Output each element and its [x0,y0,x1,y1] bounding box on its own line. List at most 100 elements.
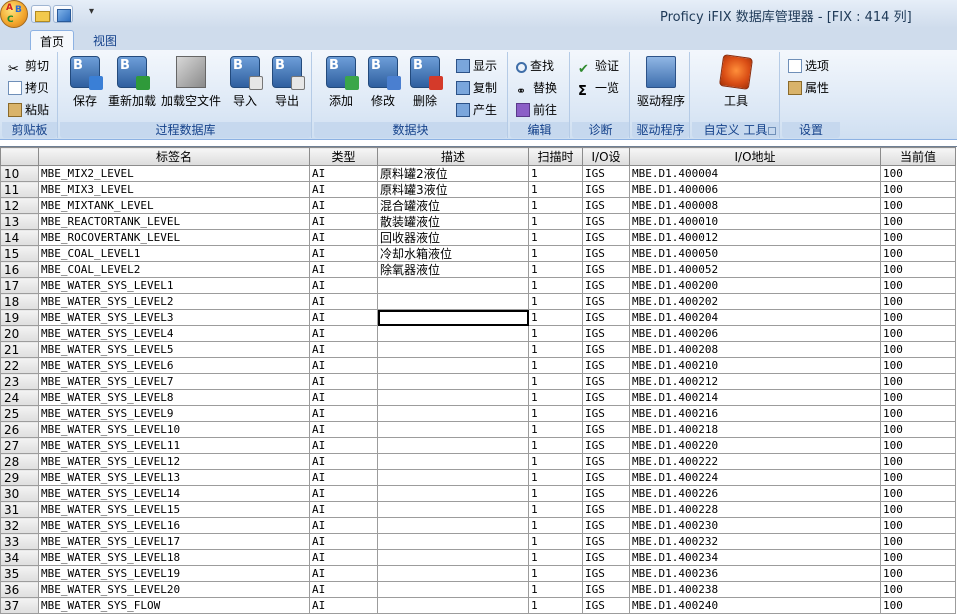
scan-time-cell[interactable]: 1 [528,197,583,214]
table-row[interactable]: 28 MBE_WATER_SYS_LEVEL12 AI 1 IGS MBE.D1.4002… [0,453,956,470]
table-row[interactable]: 36 MBE_WATER_SYS_LEVEL20 AI 1 IGS MBE.D1.4002… [0,581,956,598]
table-row[interactable]: 33 MBE_WATER_SYS_LEVEL17 AI 1 IGS MBE.D1.4002… [0,533,956,550]
io-device-cell[interactable]: IGS [582,565,630,582]
type-cell[interactable]: AI [309,277,378,294]
row-number[interactable]: 30 [0,485,39,502]
tag-name-cell[interactable]: MBE_REACTORTANK_LEVEL [38,213,310,230]
quick-access-dropdown-icon[interactable]: ▾ [89,6,94,17]
type-cell[interactable]: AI [309,501,378,518]
description-cell[interactable] [377,533,529,550]
tag-name-cell[interactable]: MBE_WATER_SYS_LEVEL7 [38,373,310,390]
io-device-cell[interactable]: IGS [582,405,630,422]
type-cell[interactable]: AI [309,421,378,438]
current-value-cell[interactable]: 100 [880,229,956,246]
row-number[interactable]: 28 [0,453,39,470]
scan-time-cell[interactable]: 1 [528,325,583,342]
current-value-cell[interactable]: 100 [880,341,956,358]
tag-name-cell[interactable]: MBE_WATER_SYS_LEVEL12 [38,453,310,470]
table-row[interactable]: 19 MBE_WATER_SYS_LEVEL3 AI 1 IGS MBE.D1.40020… [0,309,956,326]
tag-name-cell[interactable]: MBE_WATER_SYS_LEVEL5 [38,341,310,358]
io-device-cell[interactable]: IGS [582,389,630,406]
description-cell[interactable] [377,453,529,470]
row-number[interactable]: 35 [0,565,39,582]
row-number[interactable]: 15 [0,245,39,262]
tag-name-cell[interactable]: MBE_WATER_SYS_LEVEL13 [38,469,310,486]
current-value-cell[interactable]: 100 [880,197,956,214]
io-address-cell[interactable]: MBE.D1.400232 [629,533,881,550]
type-cell[interactable]: AI [309,373,378,390]
io-address-cell[interactable]: MBE.D1.400226 [629,485,881,502]
column-header-io-address[interactable]: I/O地址 [629,147,881,166]
overview-button[interactable]: Σ 一览 [578,78,619,99]
table-row[interactable]: 34 MBE_WATER_SYS_LEVEL18 AI 1 IGS MBE.D1.4002… [0,549,956,566]
type-cell[interactable]: AI [309,597,378,614]
io-device-cell[interactable]: IGS [582,373,630,390]
description-cell[interactable]: 除氧器液位 [377,261,529,278]
tag-name-cell[interactable]: MBE_WATER_SYS_LEVEL17 [38,533,310,550]
table-row[interactable]: 20 MBE_WATER_SYS_LEVEL4 AI 1 IGS MBE.D1.40020… [0,325,956,342]
tag-name-cell[interactable]: MBE_WATER_SYS_LEVEL2 [38,293,310,310]
corner-cell[interactable] [0,147,39,166]
scan-time-cell[interactable]: 1 [528,293,583,310]
tag-name-cell[interactable]: MBE_WATER_SYS_LEVEL3 [38,309,310,326]
tag-name-cell[interactable]: MBE_WATER_SYS_LEVEL20 [38,581,310,598]
row-number[interactable]: 20 [0,325,39,342]
table-row[interactable]: 12 MBE_MIXTANK_LEVEL AI 混合罐液位 1 IGS MBE.D1.400… [0,197,956,214]
description-cell[interactable]: 混合罐液位 [377,197,529,214]
row-number[interactable]: 12 [0,197,39,214]
goto-button[interactable]: 前往 [516,100,557,120]
current-value-cell[interactable]: 100 [880,309,956,326]
scan-time-cell[interactable]: 1 [528,469,583,486]
scan-time-cell[interactable]: 1 [528,485,583,502]
io-device-cell[interactable]: IGS [582,549,630,566]
description-cell[interactable] [377,597,529,614]
row-number[interactable]: 29 [0,469,39,486]
scan-time-cell[interactable]: 1 [528,213,583,230]
save-button[interactable]: B 保存 [68,56,103,109]
io-device-cell[interactable]: IGS [582,325,630,342]
io-address-cell[interactable]: MBE.D1.400236 [629,565,881,582]
io-address-cell[interactable]: MBE.D1.400008 [629,197,881,214]
current-value-cell[interactable]: 100 [880,453,956,470]
tag-name-cell[interactable]: MBE_WATER_SYS_LEVEL9 [38,405,310,422]
io-address-cell[interactable]: MBE.D1.400222 [629,453,881,470]
current-value-cell[interactable]: 100 [880,293,956,310]
io-device-cell[interactable]: IGS [582,533,630,550]
current-value-cell[interactable]: 100 [880,245,956,262]
scan-time-cell[interactable]: 1 [528,453,583,470]
quick-open-icon[interactable] [31,5,51,23]
tag-name-cell[interactable]: MBE_ROCOVERTANK_LEVEL [38,229,310,246]
io-address-cell[interactable]: MBE.D1.400224 [629,469,881,486]
current-value-cell[interactable]: 100 [880,389,956,406]
row-number[interactable]: 25 [0,405,39,422]
table-row[interactable]: 23 MBE_WATER_SYS_LEVEL7 AI 1 IGS MBE.D1.40021… [0,373,956,390]
io-device-cell[interactable]: IGS [582,501,630,518]
table-row[interactable]: 25 MBE_WATER_SYS_LEVEL9 AI 1 IGS MBE.D1.40021… [0,405,956,422]
row-number[interactable]: 22 [0,357,39,374]
current-value-cell[interactable]: 100 [880,277,956,294]
tab-home[interactable]: 首页 [30,30,75,50]
description-cell[interactable]: 原料罐2液位 [377,165,529,182]
type-cell[interactable]: AI [309,213,378,230]
row-number[interactable]: 18 [0,293,39,310]
description-cell[interactable] [377,437,529,454]
io-device-cell[interactable]: IGS [582,469,630,486]
app-menu-button[interactable]: A B C [0,0,28,28]
table-row[interactable]: 10 MBE_MIX2_LEVEL AI 原料罐2液位 1 IGS MBE.D1.40000… [0,165,956,182]
description-cell[interactable] [377,469,529,486]
table-row[interactable]: 27 MBE_WATER_SYS_LEVEL11 AI 1 IGS MBE.D1.4002… [0,437,956,454]
io-address-cell[interactable]: MBE.D1.400012 [629,229,881,246]
scan-time-cell[interactable]: 1 [528,405,583,422]
row-number[interactable]: 13 [0,213,39,230]
io-address-cell[interactable]: MBE.D1.400208 [629,341,881,358]
tag-name-cell[interactable]: MBE_WATER_SYS_LEVEL11 [38,437,310,454]
current-value-cell[interactable]: 100 [880,501,956,518]
row-number[interactable]: 36 [0,581,39,598]
row-number[interactable]: 14 [0,229,39,246]
type-cell[interactable]: AI [309,517,378,534]
io-device-cell[interactable]: IGS [582,421,630,438]
type-cell[interactable]: AI [309,309,378,326]
column-header-scan-time[interactable]: 扫描时 [528,147,583,166]
scan-time-cell[interactable]: 1 [528,341,583,358]
driver-button[interactable]: 驱动程序 [636,56,686,109]
